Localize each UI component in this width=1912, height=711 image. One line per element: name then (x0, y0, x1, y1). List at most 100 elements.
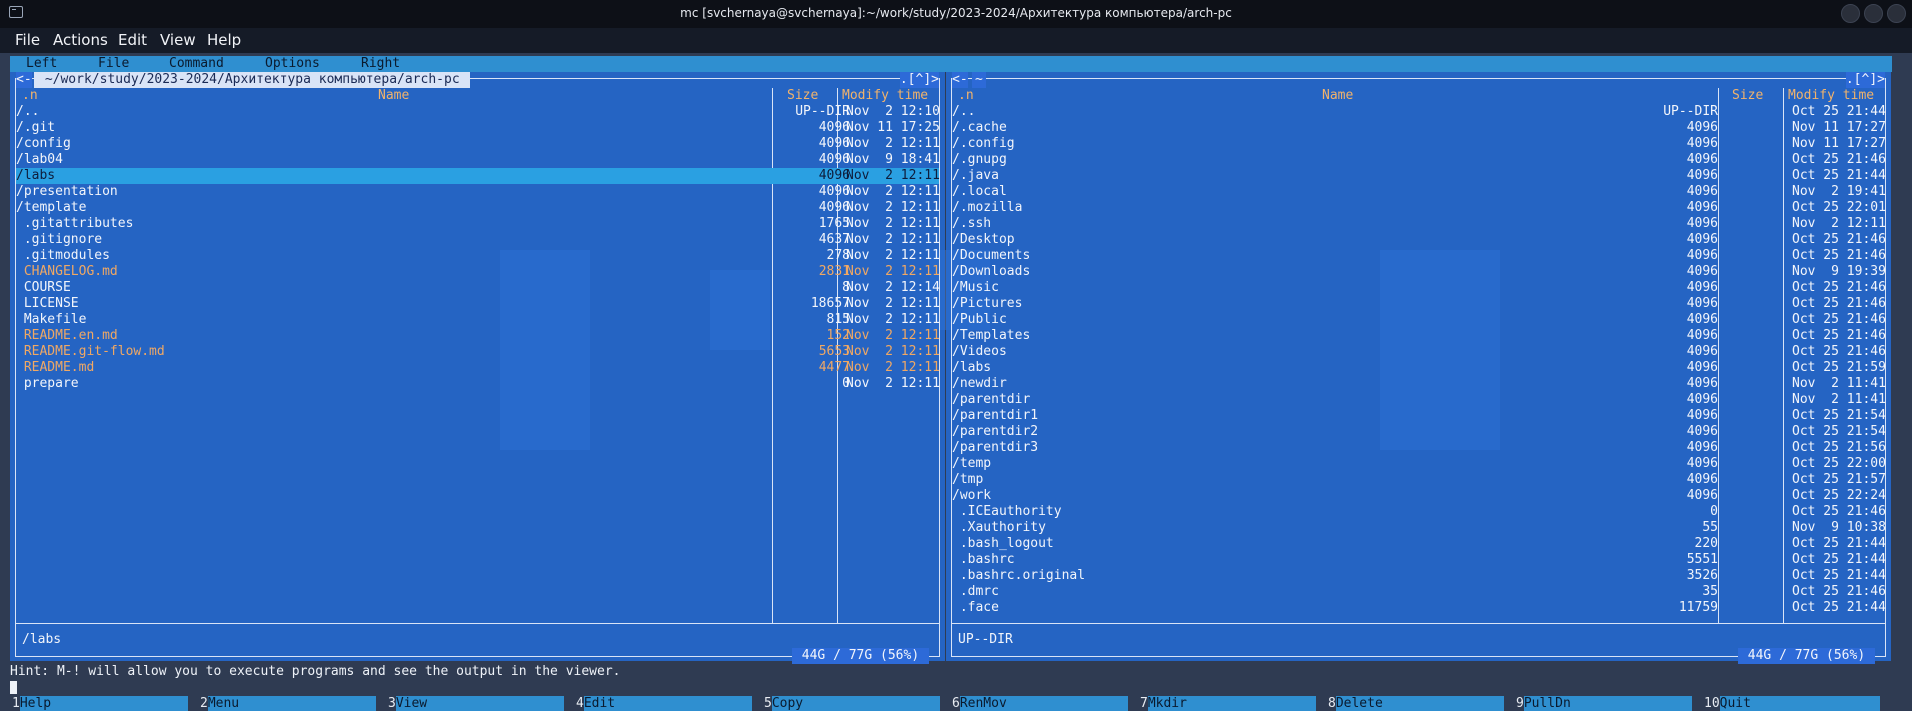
file-row[interactable]: .bashrc.original 3526 Oct 25 21:44 (952, 568, 1886, 584)
file-row[interactable]: /template 4096 Nov 2 12:11 (16, 200, 940, 216)
mc-menu-right[interactable]: Right (361, 56, 400, 71)
file-row[interactable]: /.java 4096 Oct 25 21:44 (952, 168, 1886, 184)
fkey-pulldn-button[interactable]: 9PullDn (1516, 696, 1692, 711)
fkey-renmov-button[interactable]: 6RenMov (952, 696, 1128, 711)
file-row[interactable]: .gitignore 4637 Nov 2 12:11 (16, 232, 940, 248)
file-row[interactable]: .gitmodules 278 Nov 2 12:11 (16, 248, 940, 264)
mc-menu-left[interactable]: Left (26, 56, 57, 71)
column-header-size[interactable]: Size (1732, 88, 1763, 104)
file-row[interactable]: /labs 4096 Oct 25 21:59 (952, 360, 1886, 376)
file-row[interactable]: /Videos 4096 Oct 25 21:46 (952, 344, 1886, 360)
file-row[interactable]: /labs 4096 Nov 2 12:11 (16, 168, 940, 184)
command-line-cursor[interactable] (10, 681, 17, 694)
file-row[interactable]: CHANGELOG.md 2831 Nov 2 12:11 (16, 264, 940, 280)
file-row[interactable]: /.mozilla 4096 Oct 25 22:01 (952, 200, 1886, 216)
file-mtime: Oct 25 21:46 (1792, 280, 1886, 295)
right-panel[interactable]: <- ~ .[^]> .n Name Size Modify time /.. U… (946, 72, 1891, 664)
fkey-copy-button[interactable]: 5Copy (764, 696, 940, 711)
file-row[interactable]: /newdir 4096 Nov 2 11:41 (952, 376, 1886, 392)
panel-left-arrow[interactable]: <- (952, 72, 968, 88)
sort-indicator[interactable]: .n (958, 88, 974, 104)
column-header-time[interactable]: Modify time (842, 88, 928, 104)
menu-actions[interactable]: Actions (53, 31, 108, 49)
file-row[interactable]: /temp 4096 Oct 25 22:00 (952, 456, 1886, 472)
column-header-name[interactable]: Name (1322, 88, 1353, 104)
file-row[interactable]: /parentdir2 4096 Oct 25 21:54 (952, 424, 1886, 440)
fkey-help-button[interactable]: 1Help (12, 696, 188, 711)
file-row[interactable]: .bashrc 5551 Oct 25 21:44 (952, 552, 1886, 568)
file-row[interactable]: /.cache 4096 Nov 11 17:27 (952, 120, 1886, 136)
file-row[interactable]: /Desktop 4096 Oct 25 21:46 (952, 232, 1886, 248)
file-row[interactable]: README.en.md 152 Nov 2 12:11 (16, 328, 940, 344)
file-row[interactable]: README.git-flow.md 5653 Nov 2 12:11 (16, 344, 940, 360)
file-row[interactable]: /.local 4096 Nov 2 19:41 (952, 184, 1886, 200)
file-mtime: Oct 25 21:46 (1792, 232, 1886, 247)
file-row[interactable]: README.md 4477 Nov 2 12:11 (16, 360, 940, 376)
file-mtime: Oct 25 21:46 (1792, 152, 1886, 167)
column-header-size[interactable]: Size (787, 88, 818, 104)
file-row[interactable]: /parentdir3 4096 Oct 25 21:56 (952, 440, 1886, 456)
file-row[interactable]: /Music 4096 Oct 25 21:46 (952, 280, 1886, 296)
file-row[interactable]: /.git 4096 Nov 11 17:25 (16, 120, 940, 136)
file-row[interactable]: LICENSE 18657 Nov 2 12:11 (16, 296, 940, 312)
mc-menu-file[interactable]: File (98, 56, 129, 71)
mc-menu-options[interactable]: Options (265, 56, 320, 71)
file-row[interactable]: /.. UP--DIR Oct 25 21:44 (952, 104, 1886, 120)
file-row[interactable]: /Documents 4096 Oct 25 21:46 (952, 248, 1886, 264)
menu-edit[interactable]: Edit (118, 31, 147, 49)
file-row[interactable]: /parentdir 4096 Nov 2 11:41 (952, 392, 1886, 408)
file-row[interactable]: /.. UP--DIR Nov 2 12:10 (16, 104, 940, 120)
file-row[interactable]: .Xauthority 55 Nov 9 10:38 (952, 520, 1886, 536)
file-mtime: Oct 25 21:44 (1792, 168, 1886, 183)
file-row[interactable]: /config 4096 Nov 2 12:11 (16, 136, 940, 152)
close-button[interactable] (1887, 4, 1906, 23)
file-row[interactable]: /.config 4096 Nov 11 17:27 (952, 136, 1886, 152)
left-panel[interactable]: <- ~/work/study/2023-2024/Архитектура ко… (10, 72, 945, 664)
file-row[interactable]: /Downloads 4096 Nov 9 19:39 (952, 264, 1886, 280)
minimize-button[interactable] (1841, 4, 1860, 23)
fkey-number: 9 (1516, 696, 1524, 711)
file-row[interactable]: /Templates 4096 Oct 25 21:46 (952, 328, 1886, 344)
mc-menubar: Left File Command Options Right (10, 56, 1892, 72)
menu-help[interactable]: Help (207, 31, 241, 49)
file-row[interactable]: Makefile 815 Nov 2 12:11 (16, 312, 940, 328)
file-mtime: Oct 25 21:46 (1792, 504, 1886, 519)
file-row[interactable]: /.ssh 4096 Nov 2 12:11 (952, 216, 1886, 232)
file-row[interactable]: .gitattributes 1765 Nov 2 12:11 (16, 216, 940, 232)
panel-history-button[interactable]: .[^]> (1845, 72, 1885, 88)
file-size: 4096 (1686, 280, 1718, 295)
file-row[interactable]: .dmrc 35 Oct 25 21:46 (952, 584, 1886, 600)
panel-left-arrow[interactable]: <- (16, 72, 32, 88)
menu-view[interactable]: View (160, 31, 196, 49)
file-size: 4096 (1686, 344, 1718, 359)
fkey-edit-button[interactable]: 4Edit (576, 696, 752, 711)
file-row[interactable]: /Public 4096 Oct 25 21:46 (952, 312, 1886, 328)
file-row[interactable]: prepare 0 Nov 2 12:11 (16, 376, 940, 392)
menu-file[interactable]: File (15, 31, 40, 49)
fkey-mkdir-button[interactable]: 7Mkdir (1140, 696, 1316, 711)
fkey-delete-button[interactable]: 8Delete (1328, 696, 1504, 711)
file-name: /Documents (952, 248, 1031, 263)
maximize-button[interactable] (1864, 4, 1883, 23)
file-row[interactable]: /presentation 4096 Nov 2 12:11 (16, 184, 940, 200)
file-row[interactable]: .ICEauthority 0 Oct 25 21:46 (952, 504, 1886, 520)
mc-menu-command[interactable]: Command (169, 56, 224, 71)
left-panel-path[interactable]: ~/work/study/2023-2024/Архитектура компь… (34, 72, 471, 88)
fkey-quit-button[interactable]: 10Quit (1704, 696, 1880, 711)
file-row[interactable]: /lab04 4096 Nov 9 18:41 (16, 152, 940, 168)
file-row[interactable]: .face 11759 Oct 25 21:44 (952, 600, 1886, 616)
column-header-name[interactable]: Name (378, 88, 409, 104)
file-row[interactable]: .bash_logout 220 Oct 25 21:44 (952, 536, 1886, 552)
file-row[interactable]: /Pictures 4096 Oct 25 21:46 (952, 296, 1886, 312)
file-row[interactable]: COURSE 8 Nov 2 12:14 (16, 280, 940, 296)
file-row[interactable]: /parentdir1 4096 Oct 25 21:54 (952, 408, 1886, 424)
fkey-menu-button[interactable]: 2Menu (200, 696, 376, 711)
file-row[interactable]: /.gnupg 4096 Oct 25 21:46 (952, 152, 1886, 168)
fkey-view-button[interactable]: 3View (388, 696, 564, 711)
right-panel-path[interactable]: ~ (972, 72, 986, 88)
panel-history-button[interactable]: .[^]> (899, 72, 939, 88)
file-row[interactable]: /work 4096 Oct 25 22:24 (952, 488, 1886, 504)
sort-indicator[interactable]: .n (22, 88, 38, 104)
file-row[interactable]: /tmp 4096 Oct 25 21:57 (952, 472, 1886, 488)
column-header-time[interactable]: Modify time (1788, 88, 1874, 104)
